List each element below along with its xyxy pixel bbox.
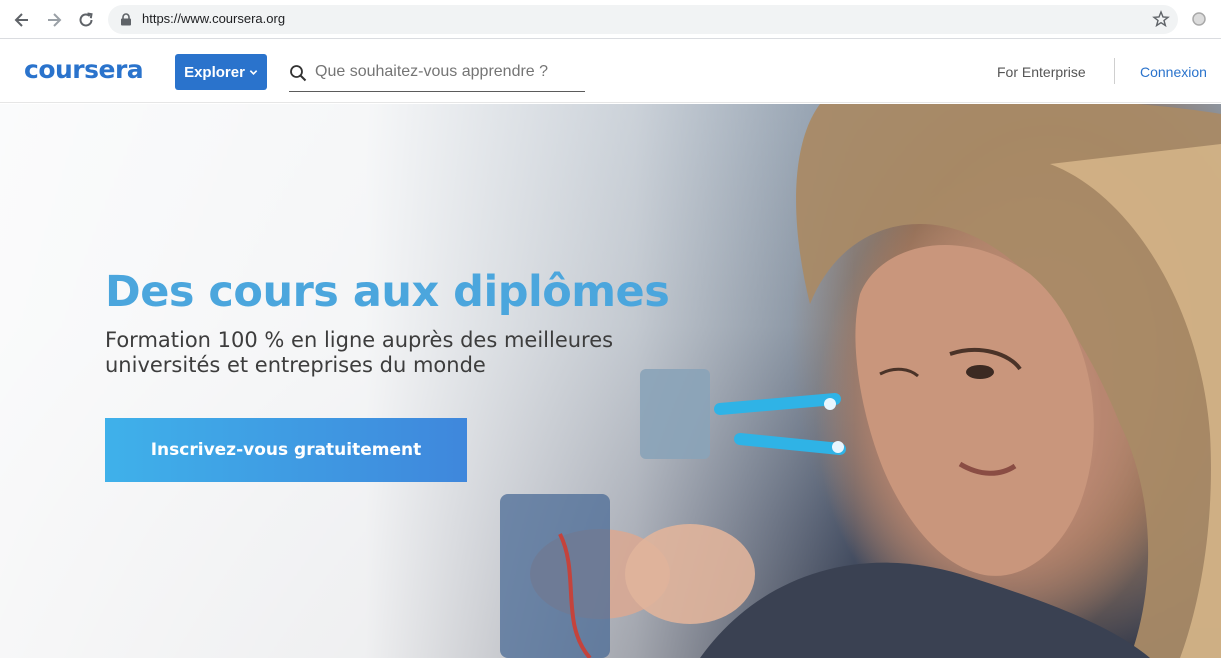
login-link[interactable]: Connexion <box>1140 64 1207 80</box>
url-text[interactable]: https://www.coursera.org <box>142 11 285 26</box>
for-enterprise-link[interactable]: For Enterprise <box>997 64 1086 80</box>
hero-banner: Des cours aux diplômes Formation 100 % e… <box>0 104 1221 658</box>
site-header: coursera Explorer For Enterprise Connexi… <box>0 39 1221 103</box>
hero-subtitle: Formation 100 % en ligne auprès des meil… <box>105 328 614 377</box>
address-bar[interactable]: https://www.coursera.org <box>108 5 1178 34</box>
circle-icon[interactable] <box>1191 11 1207 27</box>
coursera-logo[interactable]: coursera <box>24 56 152 84</box>
reload-button[interactable] <box>74 8 98 32</box>
arrow-right-icon <box>48 13 62 27</box>
hero-title: Des cours aux diplômes <box>105 267 670 317</box>
explore-label: Explorer <box>184 63 245 81</box>
browser-toolbar: https://www.coursera.org <box>0 0 1221 39</box>
arrow-left-icon <box>14 13 28 27</box>
star-icon[interactable] <box>1152 10 1170 28</box>
signup-button[interactable]: Inscrivez-vous gratuitement <box>105 418 467 482</box>
hero-image <box>500 104 1221 658</box>
back-button[interactable] <box>10 8 34 32</box>
search-bar <box>289 54 585 92</box>
forward-button[interactable] <box>42 8 66 32</box>
header-divider <box>1114 58 1115 84</box>
chevron-down-icon <box>249 69 258 75</box>
search-icon[interactable] <box>289 64 307 82</box>
explore-button[interactable]: Explorer <box>175 54 267 90</box>
search-input[interactable] <box>315 60 583 84</box>
lock-icon <box>121 13 131 26</box>
reload-icon <box>79 12 93 27</box>
logo-text: coursera <box>24 56 143 84</box>
